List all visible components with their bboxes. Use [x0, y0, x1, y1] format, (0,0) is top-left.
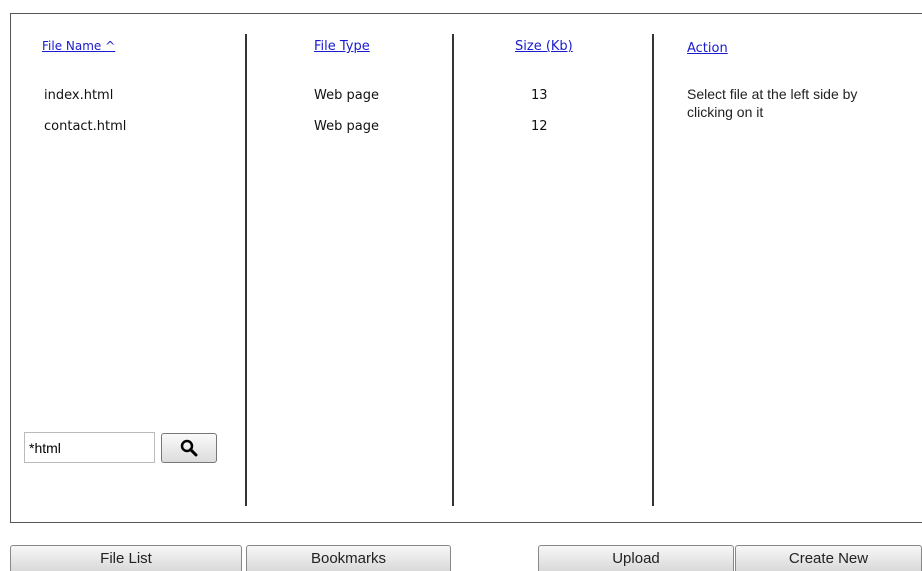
search-button[interactable]: [161, 433, 217, 463]
search-input[interactable]: [24, 432, 155, 463]
header-file-name[interactable]: File Name ^: [42, 39, 115, 53]
create-new-button[interactable]: Create New: [735, 545, 922, 571]
column-divider: [245, 34, 247, 506]
header-size[interactable]: Size (Kb): [515, 39, 573, 54]
upload-label: Upload: [612, 550, 660, 567]
file-size-cell[interactable]: 13: [531, 88, 548, 103]
action-instructions: Select file at the left side by clicking…: [687, 86, 858, 120]
upload-button[interactable]: Upload: [538, 545, 734, 571]
search-icon: [180, 439, 198, 457]
file-name-cell[interactable]: contact.html: [44, 119, 126, 134]
bookmarks-label: Bookmarks: [310, 550, 387, 567]
column-divider: [452, 34, 454, 506]
file-list-button[interactable]: File List: [10, 545, 242, 571]
file-size-cell[interactable]: 12: [531, 119, 548, 134]
header-action[interactable]: Action: [687, 41, 728, 56]
file-name-cell[interactable]: index.html: [44, 88, 113, 103]
file-list-label: File List: [100, 550, 152, 567]
file-type-cell[interactable]: Web page: [314, 88, 379, 103]
create-new-label: Create New: [788, 550, 869, 567]
header-file-type[interactable]: File Type: [314, 39, 370, 54]
file-browser-panel: File Name ^ File Type Size (Kb) Action i…: [10, 13, 922, 523]
bookmarks-button[interactable]: Bookmarks: [246, 545, 451, 571]
column-divider: [652, 34, 654, 506]
file-type-cell[interactable]: Web page: [314, 119, 379, 134]
